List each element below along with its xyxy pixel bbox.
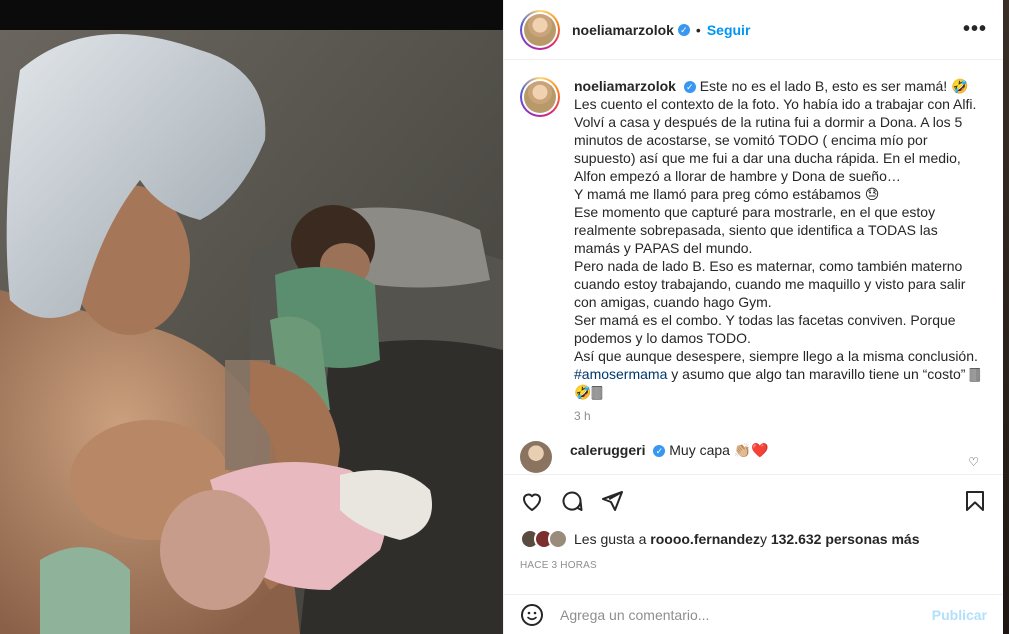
caption-text: noeliamarzolok ✓ Este no es el lado B, e… (574, 77, 987, 401)
action-icons (520, 475, 987, 527)
verified-badge-icon: ✓ (653, 445, 666, 458)
comment-text: caleruggeri ✓ Muy capa 👏🏼❤️ (570, 441, 769, 459)
liker-avatars (520, 529, 568, 549)
post-photo[interactable] (0, 30, 503, 634)
liker-avatar[interactable] (548, 529, 568, 549)
likes-count[interactable]: 132.632 personas más (771, 531, 920, 547)
caption-author-avatar[interactable] (520, 77, 560, 117)
comment-input[interactable] (560, 606, 932, 623)
post-sidebar: noeliamarzolok ✓ • Seguir ••• noeliamarz… (503, 0, 1003, 634)
post-header: noeliamarzolok ✓ • Seguir ••• (504, 0, 1003, 60)
comment-icon[interactable] (560, 489, 584, 513)
commenter-username[interactable]: caleruggeri (570, 442, 645, 458)
author-username[interactable]: noeliamarzolok (572, 22, 674, 38)
post-image (0, 30, 503, 634)
author-avatar[interactable] (520, 9, 560, 50)
comment-like-heart-icon[interactable]: ♡ (968, 455, 979, 469)
likes-middle: y (759, 531, 767, 547)
likes-summary: Les gusta a roooo.fernandez y 132.632 pe… (520, 527, 987, 551)
share-icon[interactable] (600, 489, 624, 513)
comment-item: caleruggeri ✓ Muy capa 👏🏼❤️ ♡ (520, 441, 987, 473)
hashtag-link[interactable]: #amosermama (574, 366, 667, 382)
verified-badge-icon: ✓ (683, 81, 696, 94)
caption-body: Este no es el lado B, esto es ser mamá! … (574, 78, 978, 364)
publish-button[interactable]: Publicar (932, 607, 987, 623)
heart-icon[interactable] (520, 489, 544, 513)
verified-badge-icon: ✓ (677, 23, 690, 36)
add-comment-bar: Publicar (504, 594, 1003, 634)
emoji-icon[interactable] (520, 603, 544, 627)
caption-username[interactable]: noeliamarzolok (574, 78, 676, 94)
comment-body: Muy capa 👏🏼❤️ (669, 442, 769, 458)
follow-button[interactable]: Seguir (707, 22, 751, 38)
liker-username[interactable]: roooo.fernandez (650, 531, 760, 547)
caption-timestamp[interactable]: 3 h (574, 409, 987, 423)
author-avatar-image (524, 13, 556, 46)
more-options-icon[interactable]: ••• (963, 18, 987, 41)
background-peek (1003, 0, 1009, 634)
action-bar: Les gusta a roooo.fernandez y 132.632 pe… (504, 474, 1003, 571)
commenter-avatar[interactable] (520, 441, 552, 473)
comments-area[interactable]: noeliamarzolok ✓ Este no es el lado B, e… (504, 61, 1003, 473)
save-icon[interactable] (963, 489, 987, 513)
caption: noeliamarzolok ✓ Este no es el lado B, e… (520, 77, 987, 401)
likes-prefix: Les gusta a (574, 531, 647, 547)
separator-dot: • (695, 21, 701, 38)
post-time-ago[interactable]: HACE 3 HORAS (520, 560, 987, 571)
